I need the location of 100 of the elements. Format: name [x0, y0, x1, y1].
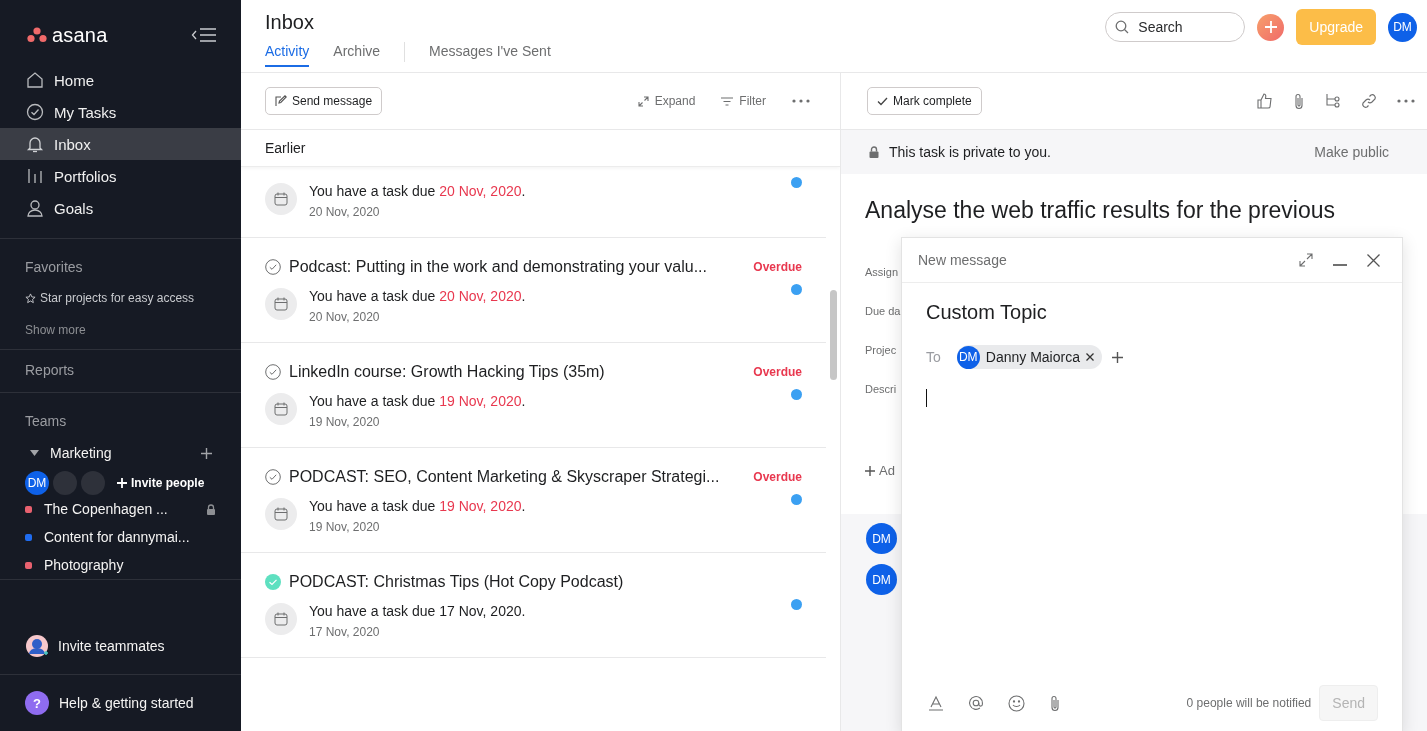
to-label: To [926, 349, 941, 365]
project-item[interactable]: Photography [44, 557, 216, 573]
plus-icon[interactable] [201, 447, 212, 459]
people-icon [25, 634, 49, 658]
dialog-title: New message [918, 252, 1007, 268]
privacy-text: This task is private to you. [889, 144, 1051, 160]
collapse-sidebar-icon[interactable] [191, 27, 217, 43]
task-heading: Analyse the web traffic results for the previous [865, 196, 1337, 225]
recipient-avatar: DM [956, 345, 980, 369]
mark-complete-button[interactable]: Mark complete [867, 87, 982, 115]
expand-button[interactable]: Expand [637, 94, 696, 108]
expand-icon[interactable] [1299, 253, 1313, 267]
due-notice: You have a task due 17 Nov, 2020. [309, 603, 526, 619]
text-format-icon[interactable] [928, 695, 944, 711]
show-more-link[interactable]: Show more [25, 323, 216, 337]
tab[interactable]: Archive [333, 43, 381, 67]
tab[interactable]: Messages I've Sent [429, 43, 551, 67]
nav-item[interactable]: Goals [0, 192, 241, 224]
timestamp: 20 Nov, 2020 [309, 310, 381, 324]
thumbs-up-icon[interactable] [1257, 93, 1273, 109]
more-icon[interactable] [792, 99, 810, 103]
calendar-icon [265, 603, 297, 635]
section-heading: Favorites [25, 259, 84, 275]
edit-icon [275, 95, 287, 107]
nav-item[interactable]: Inbox [0, 128, 241, 160]
filter-icon [721, 96, 734, 106]
commenter-avatar: DM [866, 523, 897, 554]
timestamp: 17 Nov, 2020 [309, 625, 381, 639]
due-notice: You have a task due 19 Nov, 2020. [309, 393, 526, 409]
member-avatar: DM [25, 471, 49, 495]
project-item[interactable]: The Copenhagen ... [44, 501, 194, 517]
nav-item[interactable]: Portfolios [0, 160, 241, 192]
task-title: PODCAST: SEO, Content Marketing & Skyscraper Strategi... [289, 468, 721, 486]
help-icon: ? [25, 691, 49, 715]
section-label: Earlier [241, 130, 840, 167]
user-avatar[interactable]: DM [1388, 12, 1417, 42]
due-notice: You have a task due 20 Nov, 2020. [309, 288, 526, 304]
invite-teammates-button[interactable]: Invite teammates [0, 618, 241, 675]
recipient-chip[interactable]: DM Danny Maiorca [956, 345, 1102, 369]
field-label: Descri [865, 383, 897, 395]
due-notice: You have a task due 19 Nov, 2020. [309, 498, 526, 514]
expand-icon [637, 95, 649, 107]
project-item[interactable]: Content for dannymai... [44, 529, 216, 545]
member-avatar [53, 471, 77, 495]
member-avatar [81, 471, 105, 495]
lock-icon [869, 146, 879, 158]
star-icon [25, 292, 36, 304]
add-button[interactable] [1257, 13, 1285, 41]
timestamp: 19 Nov, 2020 [309, 520, 381, 534]
send-message-button[interactable]: Send message [265, 87, 383, 115]
logo-icon [27, 27, 47, 43]
inbox-item[interactable]: PODCAST: SEO, Content Marketing & Skyscraper Strategi... Overdue You have a task due 19 Nov, 2020. 19 Nov, 2020 [241, 448, 826, 553]
plus-icon [1264, 21, 1277, 33]
task-title: PODCAST: Christmas Tips (Hot Copy Podcast) [289, 573, 625, 591]
favorites-hint: Star projects for easy access [40, 291, 195, 305]
task-title: Podcast: Putting in the work and demonstrating your valu... [289, 258, 708, 276]
reports-link[interactable]: Reports [25, 362, 216, 378]
close-icon[interactable] [1367, 253, 1380, 267]
add-link[interactable]: Ad [879, 463, 895, 478]
invite-people-button[interactable]: Invite people [117, 476, 205, 490]
timestamp: 19 Nov, 2020 [309, 415, 381, 429]
filter-button[interactable]: Filter [721, 94, 766, 108]
field-label: Projec [865, 344, 897, 356]
page-title: Inbox [265, 11, 315, 34]
check-circle-icon [26, 103, 44, 121]
link-icon[interactable] [1361, 93, 1377, 109]
bar-chart-icon [26, 167, 44, 185]
overdue-label: Overdue [753, 260, 802, 274]
timestamp: 20 Nov, 2020 [309, 205, 381, 219]
subtask-icon[interactable] [1325, 93, 1341, 109]
inbox-item[interactable]: You have a task due 20 Nov, 2020. 20 Nov, 2020 [241, 167, 826, 238]
person-icon [26, 199, 44, 217]
emoji-icon[interactable] [1008, 694, 1025, 712]
tab[interactable]: Activity [265, 43, 310, 67]
logo-wordmark: asana [52, 23, 108, 47]
due-notice: You have a task due 20 Nov, 2020. [309, 183, 526, 199]
mention-icon[interactable] [968, 695, 984, 711]
inbox-item[interactable]: Podcast: Putting in the work and demonstrating your valu... Overdue You have a task due 20 Nov, 2020. 20 Nov, 2020 [241, 238, 826, 343]
topic-field[interactable]: Custom Topic [926, 301, 1378, 329]
inbox-item[interactable]: PODCAST: Christmas Tips (Hot Copy Podcast) You have a task due 17 Nov, 2020. 17 Nov, 2020 [241, 553, 826, 658]
nav-item[interactable]: Home [0, 64, 241, 96]
check-icon [877, 96, 888, 106]
make-public-button[interactable]: Make public [1314, 144, 1389, 160]
plus-icon[interactable] [1111, 351, 1123, 363]
more-icon[interactable] [1397, 99, 1415, 103]
task-title: LinkedIn course: Growth Hacking Tips (35m) [289, 363, 606, 381]
remove-icon[interactable] [1085, 353, 1094, 361]
plus-icon [117, 478, 127, 488]
plus-icon [865, 465, 875, 476]
search-field[interactable]: Search [1105, 12, 1246, 42]
caret-icon[interactable] [30, 450, 39, 456]
paperclip-icon[interactable] [1293, 92, 1305, 110]
paperclip-icon[interactable] [1049, 694, 1061, 712]
notify-count-text: 0 people will be notified [1186, 696, 1312, 710]
scrollbar-thumb[interactable] [830, 290, 837, 380]
team-item[interactable]: Marketing [25, 445, 112, 461]
nav-item[interactable]: My Tasks [0, 96, 241, 128]
inbox-item[interactable]: LinkedIn course: Growth Hacking Tips (35m) Overdue You have a task due 19 Nov, 2020. 19 Nov, 2020 [241, 343, 826, 448]
help-button[interactable]: ? Help & getting started [0, 675, 241, 731]
calendar-icon [265, 393, 297, 425]
